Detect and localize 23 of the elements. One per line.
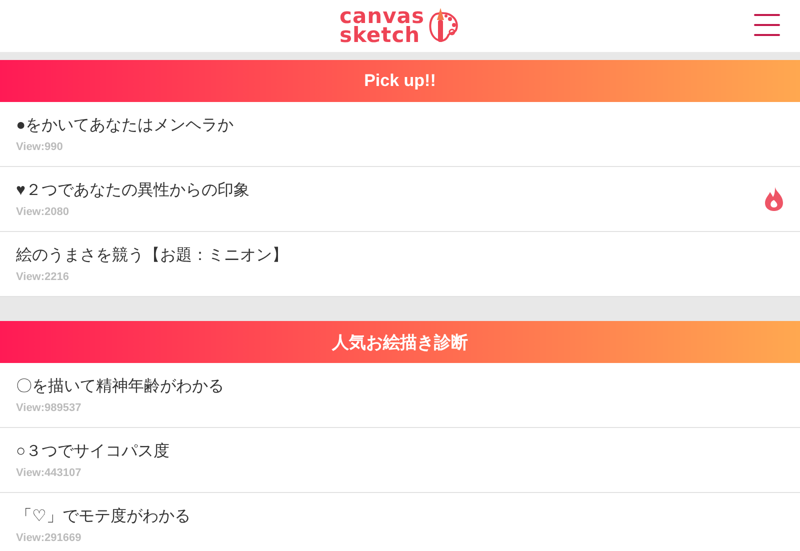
logo-text: canvas (340, 7, 424, 26)
logo-text: sketch (340, 26, 420, 45)
quiz-list-item[interactable]: ♥２つであなたの異性からの印象 View:2080 (0, 167, 800, 232)
view-count: View:989537 (16, 402, 82, 414)
section-banner: 人気お絵描き診断 (0, 321, 800, 363)
view-count: View:443107 (16, 467, 82, 479)
section-banner: Pick up!! (0, 60, 800, 102)
quiz-title: ○３つでサイコパス度 (16, 442, 171, 462)
quiz-list-item[interactable]: 絵のうまさを競う【お題：ミニオン】 View:2216 (0, 232, 800, 297)
quiz-title: 〇を描いて精神年齢がわかる (16, 376, 225, 397)
quiz-title: 「♡」でモテ度がわかる (16, 506, 192, 527)
quiz-title: ♥２つであなたの異性からの印象 (16, 180, 250, 201)
view-count: View:2216 (16, 271, 70, 283)
menu-button[interactable] (754, 14, 780, 36)
view-count: View:990 (16, 141, 64, 153)
quiz-list-item[interactable]: 〇を描いて精神年齢がわかる View:989537 (0, 363, 800, 428)
view-count: View:2080 (16, 206, 70, 218)
view-count: View:291669 (16, 532, 82, 544)
quiz-list-item[interactable]: ○３つでサイコパス度 View:443107 (0, 428, 800, 493)
quiz-list-item[interactable]: 「♡」でモテ度がわかる View:291669 (0, 493, 800, 551)
quiz-title: 絵のうまさを競う【お題：ミニオン】 (16, 246, 289, 266)
quiz-list-item[interactable]: ●をかいてあなたはメンヘラか View:990 (0, 102, 800, 167)
quiz-title: ●をかいてあなたはメンヘラか (16, 116, 235, 136)
